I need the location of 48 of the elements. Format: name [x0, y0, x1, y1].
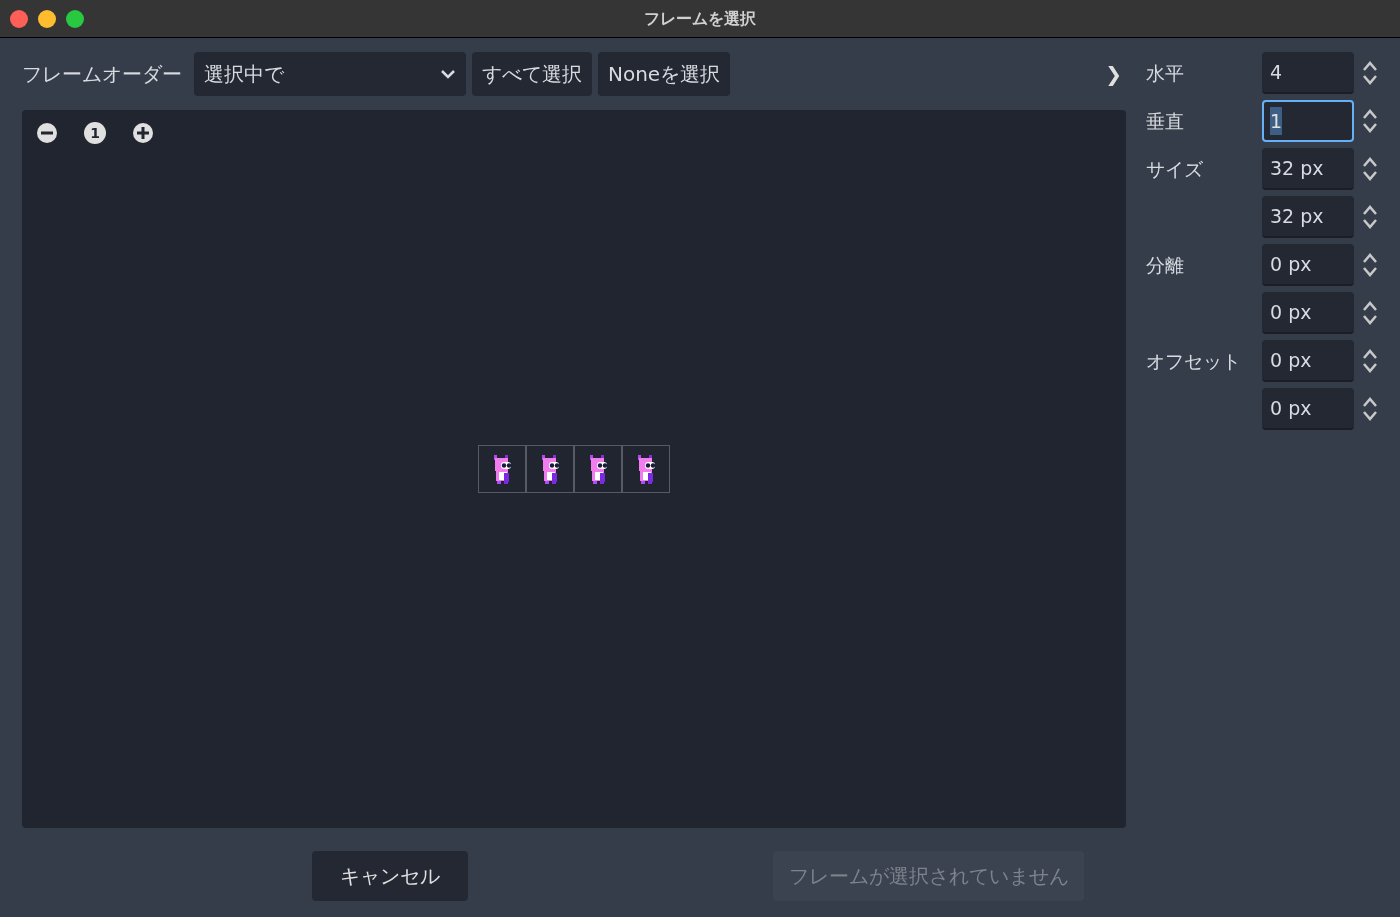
number-field[interactable]: 1 [1262, 100, 1354, 142]
zoom-in-icon[interactable] [132, 122, 154, 144]
spinner-arrows-icon[interactable] [1362, 108, 1378, 134]
field-value: 32 px [1270, 155, 1324, 181]
field-value: 1 [1270, 106, 1283, 136]
field-value: 0 px [1270, 299, 1312, 325]
spinner-arrows-icon[interactable] [1362, 348, 1378, 374]
number-field[interactable]: 4 [1262, 52, 1354, 94]
field-value: 4 [1270, 59, 1283, 85]
spinner-arrows-icon[interactable] [1362, 204, 1378, 230]
spinner-arrows-icon[interactable] [1362, 60, 1378, 86]
window-title: フレームを選択 [644, 7, 756, 30]
setting-label: 水平 [1146, 60, 1184, 86]
number-field[interactable]: 32 px [1262, 148, 1354, 190]
dropdown-value: 選択中で [204, 61, 284, 88]
setting-label: サイズ [1146, 156, 1203, 182]
setting-label: オフセット [1146, 348, 1241, 374]
collapse-button[interactable]: ❯ [1101, 59, 1126, 89]
sprite-frame[interactable] [574, 445, 622, 493]
number-field[interactable]: 0 px [1262, 244, 1354, 286]
select-all-button[interactable]: すべて選択 [472, 52, 592, 96]
sprite-frame[interactable] [526, 445, 574, 493]
field-value: 0 px [1270, 251, 1312, 277]
field-value: 0 px [1270, 347, 1312, 373]
number-field[interactable]: 0 px [1262, 340, 1354, 382]
spinner-arrows-icon[interactable] [1362, 396, 1378, 422]
number-field[interactable]: 0 px [1262, 388, 1354, 430]
chevron-down-icon [440, 69, 456, 79]
number-field[interactable]: 32 px [1262, 196, 1354, 238]
minimize-button[interactable] [38, 9, 56, 28]
field-value: 32 px [1270, 203, 1324, 229]
number-field[interactable]: 0 px [1262, 292, 1354, 334]
spinner-arrows-icon[interactable] [1362, 156, 1378, 182]
frame-order-dropdown[interactable]: 選択中で [194, 52, 466, 96]
spinner-arrows-icon[interactable] [1362, 300, 1378, 326]
sprite-frame[interactable] [478, 445, 526, 493]
setting-label: 分離 [1146, 252, 1184, 278]
frame-order-label: フレームオーダー [22, 61, 182, 88]
close-button[interactable] [10, 9, 28, 28]
zoom-reset-button[interactable]: 1 [84, 122, 106, 144]
select-none-button[interactable]: Noneを選択 [598, 52, 731, 96]
zoom-out-icon[interactable] [36, 122, 58, 144]
spinner-arrows-icon[interactable] [1362, 252, 1378, 278]
sprite-frame[interactable] [622, 445, 670, 493]
cancel-button[interactable]: キャンセル [312, 851, 468, 901]
maximize-button[interactable] [66, 9, 84, 28]
field-value: 0 px [1270, 395, 1312, 421]
setting-label: 垂直 [1146, 108, 1184, 134]
